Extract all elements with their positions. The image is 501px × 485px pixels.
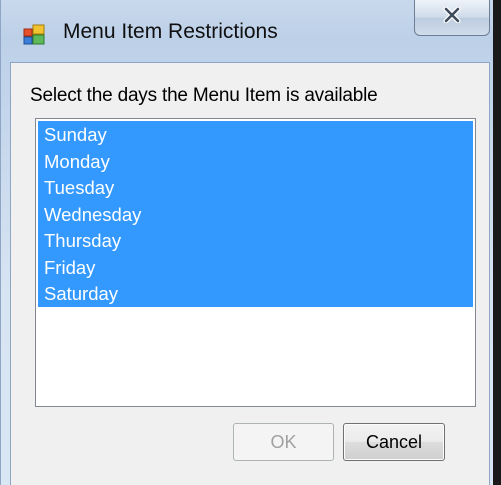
window-title: Menu Item Restrictions (63, 20, 278, 43)
day-option-saturday[interactable]: Saturday (38, 280, 473, 307)
day-option-sunday[interactable]: Sunday (38, 121, 473, 148)
window-edge (493, 0, 501, 485)
day-option-friday[interactable]: Friday (38, 253, 473, 281)
day-option-tuesday[interactable]: Tuesday (38, 174, 473, 201)
day-option-thursday[interactable]: Thursday (38, 227, 473, 254)
title-bar[interactable]: Menu Item Restrictions (1, 0, 494, 62)
ok-button[interactable]: OK (233, 423, 334, 461)
day-option-monday[interactable]: Monday (38, 147, 473, 175)
close-icon (442, 6, 462, 28)
close-button[interactable] (414, 0, 490, 36)
day-option-wednesday[interactable]: Wednesday (38, 200, 473, 228)
window-frame: Menu Item Restrictions Select the days t… (0, 0, 493, 485)
dialog-window: Menu Item Restrictions Select the days t… (0, 0, 501, 485)
instruction-label: Select the days the Menu Item is availab… (30, 85, 378, 106)
form-window-icon (23, 23, 45, 45)
cancel-button[interactable]: Cancel (343, 423, 445, 461)
days-listbox[interactable]: Sunday Monday Tuesday Wednesday Thursday Frid… (35, 118, 476, 407)
